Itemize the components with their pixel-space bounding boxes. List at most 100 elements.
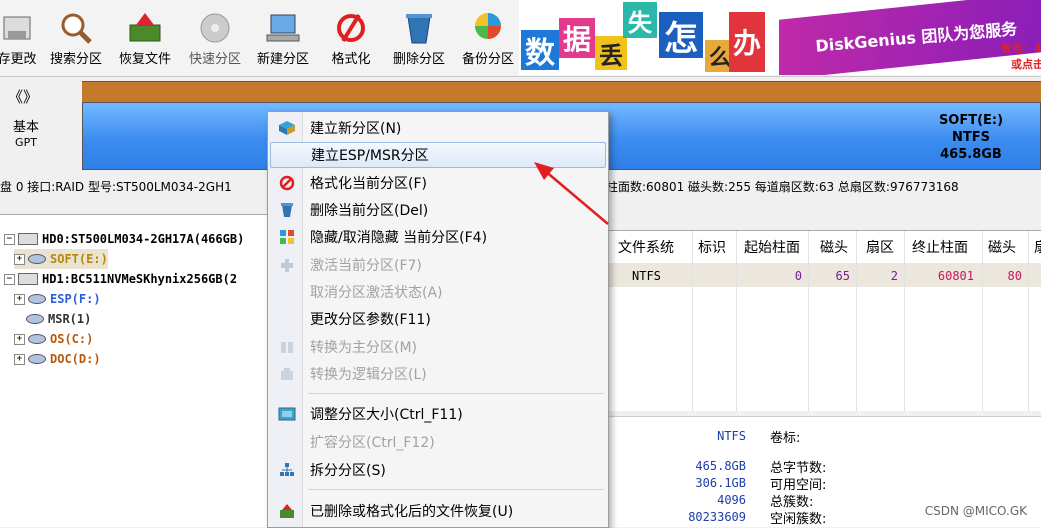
menu-item-new-partition[interactable]: 建立新分区(N) (270, 115, 606, 141)
banner-tile: 办 (729, 12, 765, 72)
activate-icon (270, 257, 304, 273)
detail-fs: NTFS (717, 429, 746, 443)
convert-logical-icon (270, 366, 304, 382)
format-icon (331, 8, 371, 48)
disk-type-label: 基本 GPT (0, 120, 52, 150)
search-icon (56, 8, 96, 48)
tree-item-doc[interactable]: + DOC(D:) (14, 349, 101, 369)
col-header[interactable]: 扇区 (866, 237, 894, 257)
new-partition-icon (270, 120, 304, 136)
col-header[interactable]: 扇 (1034, 237, 1041, 257)
banner-tile: 丢 (595, 36, 627, 70)
recover-files-button[interactable]: 恢复文件 (112, 0, 178, 76)
tree-item-msr[interactable]: MSR(1) (26, 309, 91, 329)
recover-files-icon (125, 8, 165, 48)
menu-item-activate[interactable]: 激活当前分区(F7) (270, 252, 606, 278)
tree-item-soft[interactable]: + SOFT(E:) (14, 249, 108, 269)
annotation-arrow (534, 162, 609, 225)
disk-icon (18, 273, 38, 285)
search-partition-button[interactable]: 搜索分区 (44, 0, 108, 76)
disk-nav-arrows[interactable]: 《》 (8, 86, 38, 107)
expand-icon[interactable]: + (14, 253, 25, 265)
promo-banner[interactable]: 数 据 丢 失 怎 么 办 DiskGenius 团队为您服务 致电：4 或点击 (519, 0, 1041, 75)
cell-end-head: 80 (1007, 269, 1022, 283)
partition-table: 文件系统 标识 起始柱面 磁头 扇区 终止柱面 磁头 扇 NTFS 0 65 2… (608, 230, 1041, 411)
banner-tile: 数 (521, 30, 559, 71)
tree-item-os[interactable]: + OS(C:) (14, 329, 93, 349)
menu-item-deactivate[interactable]: 取消分区激活状态(A) (270, 279, 606, 305)
banner-phone: 致电：4 (1001, 42, 1041, 55)
hide-icon (270, 229, 304, 245)
menu-separator (308, 489, 604, 490)
cell-fs: NTFS (632, 269, 661, 283)
volume-icon (28, 254, 46, 264)
banner-tile: 失 (623, 2, 657, 38)
delete-partition-button[interactable]: 删除分区 (386, 0, 452, 76)
col-header[interactable]: 标识 (698, 237, 726, 257)
disk-info-suffix: 柱面数:60801 磁头数:255 每道扇区数:63 总扇区数:97677316… (606, 180, 959, 194)
cell-start-cyl: 0 (794, 269, 802, 283)
file-recovery-icon (270, 503, 304, 519)
label-free-clusters: 空闲簇数: (770, 512, 827, 527)
collapse-icon[interactable]: − (4, 233, 15, 245)
expand-icon[interactable]: + (14, 353, 25, 365)
cell-end-cyl: 60801 (937, 269, 974, 283)
quick-partition-button[interactable]: 快速分区 (182, 0, 248, 76)
partition-fs: NTFS (952, 130, 990, 145)
delete-icon (270, 202, 304, 218)
backup-partition-button[interactable]: 备份分区 (456, 0, 520, 76)
menu-item-split[interactable]: 拆分分区(S) (270, 457, 606, 483)
collapse-icon[interactable]: − (4, 273, 15, 285)
menu-item-file-recovery[interactable]: 已删除或格式化后的文件恢复(U) (270, 498, 606, 524)
menu-item-convert-logical[interactable]: 转换为逻辑分区(L) (270, 361, 606, 387)
disk-map-header (82, 81, 1041, 102)
convert-primary-icon (270, 339, 304, 355)
banner-tile: 据 (559, 18, 595, 58)
menu-item-extend[interactable]: 扩容分区(Ctrl_F12) (270, 429, 606, 455)
menu-item-change-params[interactable]: 更改分区参数(F11) (270, 306, 606, 332)
expand-icon[interactable]: + (14, 333, 25, 345)
banner-click: 或点击 (1011, 58, 1041, 71)
quick-partition-icon (195, 8, 235, 48)
menu-item-convert-primary[interactable]: 转换为主分区(M) (270, 334, 606, 360)
new-partition-icon (263, 8, 303, 48)
disk-tree: − HD0:ST500LM034-2GH17A(466GB) + SOFT(E:) … (0, 214, 270, 527)
expand-icon[interactable]: + (14, 293, 25, 305)
partition-bar-info: SOFT(E:) NTFS 465.8GB (926, 112, 1016, 163)
partition-size: 465.8GB (940, 147, 1002, 162)
detail-total-clusters: 4096 (717, 493, 746, 507)
tree-item-hd0[interactable]: − HD0:ST500LM034-2GH17A(466GB) (4, 229, 244, 249)
save-changes-button[interactable]: 存更改 (0, 0, 40, 76)
split-icon (270, 462, 304, 478)
resize-icon (270, 407, 304, 421)
partition-name: SOFT(E:) (938, 113, 1004, 128)
tree-item-hd1[interactable]: − HD1:BC511NVMeSKhynix256GB(2 (4, 269, 237, 289)
col-header[interactable]: 磁头 (820, 237, 848, 257)
banner-tile: 怎 (659, 12, 703, 59)
col-header[interactable]: 文件系统 (618, 237, 674, 257)
cell-head: 65 (835, 269, 850, 283)
new-partition-button[interactable]: 新建分区 (250, 0, 316, 76)
col-header[interactable]: 终止柱面 (912, 237, 968, 257)
save-icon (0, 8, 37, 48)
tree-item-esp[interactable]: + ESP(F:) (14, 289, 101, 309)
disk-kind: 基本 (12, 120, 39, 135)
volume-icon (28, 294, 46, 304)
col-header[interactable]: 磁头 (988, 237, 1016, 257)
detail-free-space: 306.1GB (695, 476, 746, 490)
col-header[interactable]: 起始柱面 (744, 237, 800, 257)
detail-total-bytes: 465.8GB (695, 459, 746, 473)
cell-sector: 2 (890, 269, 898, 283)
watermark: CSDN @MICO.GK (924, 504, 1027, 518)
detail-vol-label: 卷标: (770, 431, 801, 446)
format-button[interactable]: 格式化 (322, 0, 380, 76)
menu-item-resize[interactable]: 调整分区大小(Ctrl_F11) (270, 401, 606, 427)
delete-partition-icon (399, 8, 439, 48)
backup-partition-icon (468, 8, 508, 48)
disk-style: GPT (15, 136, 37, 149)
disk-icon (18, 233, 38, 245)
volume-icon (26, 314, 44, 324)
detail-free-clusters: 80233609 (688, 510, 746, 524)
menu-separator (308, 393, 604, 394)
volume-icon (28, 334, 46, 344)
